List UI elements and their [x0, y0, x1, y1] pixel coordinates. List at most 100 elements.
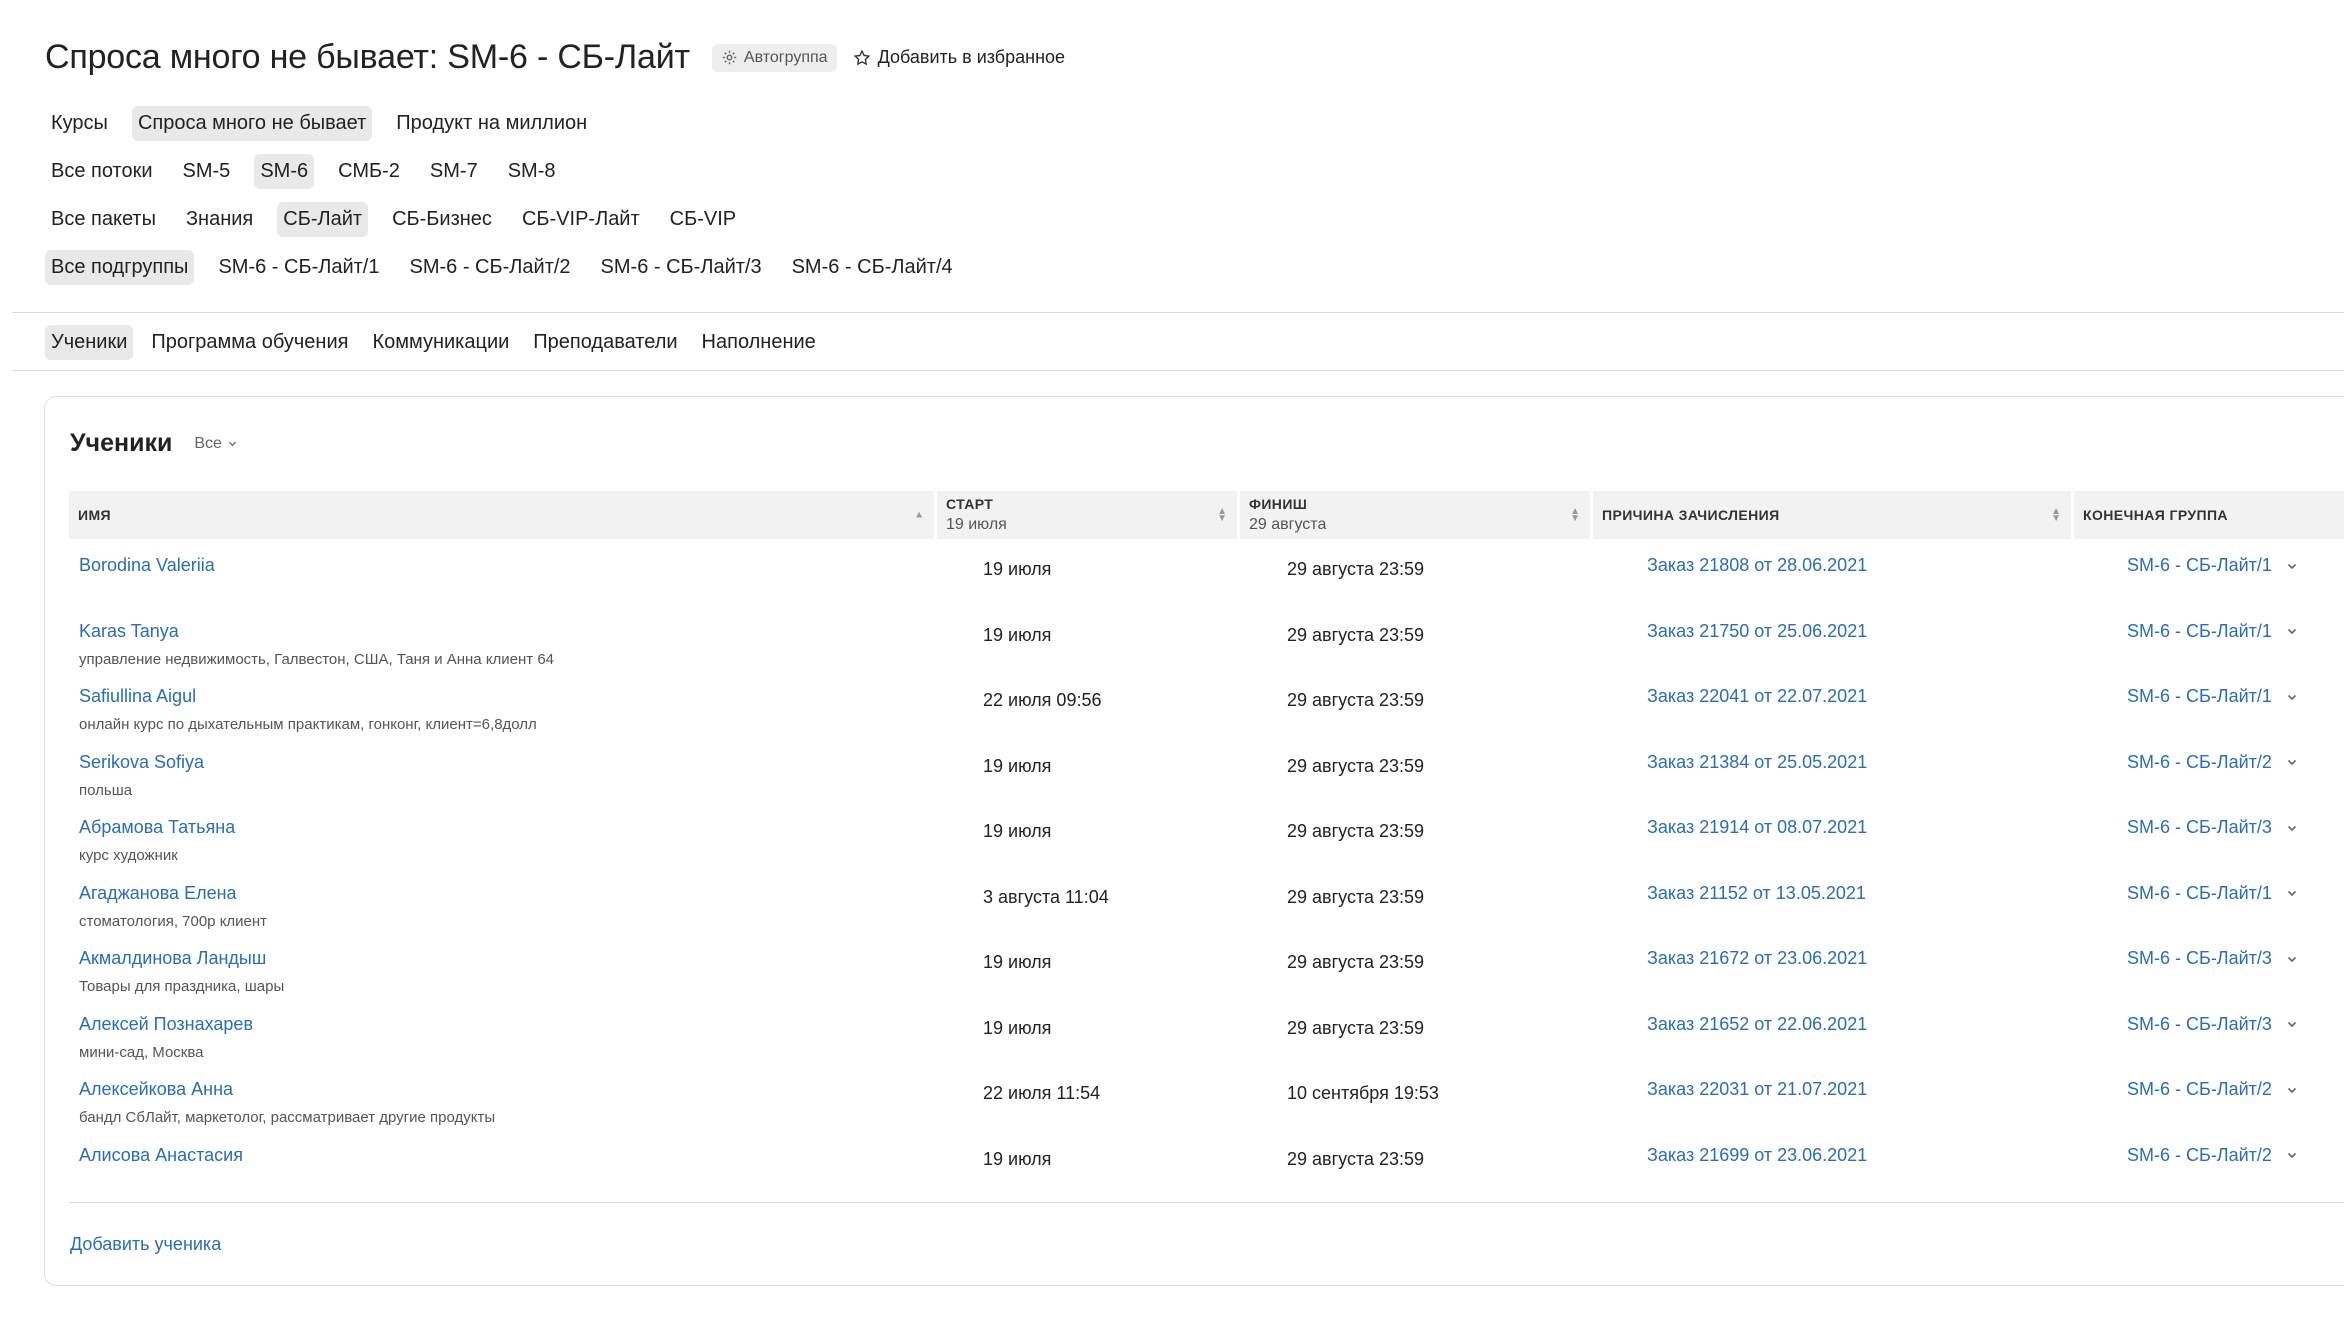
page-title: Спроса много не бывает: SM-6 - СБ-Лайт — [45, 38, 690, 76]
chevron-down-icon — [228, 441, 237, 447]
chip-package-knowledge[interactable]: Знания — [180, 202, 259, 237]
finish-date: 10 сентября 19:53 — [1287, 1083, 1439, 1103]
chevron-down-icon — [2287, 890, 2297, 897]
student-name-link[interactable]: Serikova Sofiya — [79, 752, 204, 773]
students-table: Borodina Valeriia 19 июля 29 августа 23:… — [69, 542, 2344, 1197]
add-student-link[interactable]: Добавить ученика — [70, 1234, 221, 1255]
chip-subgroup-4[interactable]: SM-6 - СБ-Лайт/4 — [786, 250, 959, 285]
enrollment-reason-link[interactable]: Заказ 21152 от 13.05.2021 — [1647, 883, 1866, 904]
enrollment-reason-link[interactable]: Заказ 21808 от 28.06.2021 — [1647, 555, 1867, 576]
enrollment-reason-link[interactable]: Заказ 21750 от 25.06.2021 — [1647, 621, 1867, 642]
column-header-group[interactable]: Конечная группа — [2074, 491, 2344, 539]
final-group-value: SM-6 - СБ-Лайт/3 — [2127, 948, 2272, 968]
final-group-value: SM-6 - СБ-Лайт/1 — [2127, 620, 2272, 641]
chip-subgroup-3[interactable]: SM-6 - СБ-Лайт/3 — [595, 250, 768, 285]
chevron-down-icon — [2287, 759, 2297, 766]
final-group-value: SM-6 - СБ-Лайт/2 — [2127, 751, 2272, 772]
enrollment-reason-link[interactable]: Заказ 22041 от 22.07.2021 — [1647, 686, 1867, 707]
final-group-dropdown[interactable]: SM-6 - СБ-Лайт/3 — [2127, 1014, 2298, 1035]
chip-stream-sm8[interactable]: SM-8 — [502, 154, 562, 189]
start-date: 19 июля — [983, 1017, 1052, 1038]
student-name-link[interactable]: Safiullina Aigul — [79, 686, 196, 707]
chevron-down-icon — [2287, 1021, 2297, 1028]
tab-content[interactable]: Наполнение — [696, 325, 822, 360]
tab-communications[interactable]: Коммуникации — [366, 325, 515, 360]
final-group-value: SM-6 - СБ-Лайт/1 — [2127, 686, 2272, 706]
student-name-link[interactable]: Алексейкова Анна — [79, 1079, 233, 1100]
enrollment-reason-link[interactable]: Заказ 21672 от 23.06.2021 — [1647, 948, 1867, 969]
final-group-dropdown[interactable]: SM-6 - СБ-Лайт/3 — [2127, 817, 2298, 838]
finish-date: 29 августа 23:59 — [1287, 886, 1425, 907]
table-row: Serikova Sofiya польша 19 июля 29 август… — [69, 739, 2344, 805]
final-group-dropdown[interactable]: SM-6 - СБ-Лайт/2 — [2127, 1145, 2298, 1166]
sort-arrows-icon: ▲ ▼ — [2051, 506, 2061, 524]
package-filter: Все пакеты Знания СБ-Лайт СБ-Бизнес СБ-V… — [45, 202, 742, 237]
student-name-link[interactable]: Karas Tanya — [79, 621, 179, 642]
finish-date: 29 августа 23:59 — [1287, 755, 1425, 776]
final-group-dropdown[interactable]: SM-6 - СБ-Лайт/3 — [2127, 948, 2298, 969]
finish-date: 29 августа 23:59 — [1287, 690, 1425, 710]
student-name-link[interactable]: Алексей Познахарев — [79, 1014, 253, 1035]
chip-product-courses[interactable]: Курсы — [45, 106, 114, 141]
enrollment-reason-link[interactable]: Заказ 22031 от 21.07.2021 — [1647, 1079, 1867, 1100]
final-group-dropdown[interactable]: SM-6 - СБ-Лайт/1 — [2127, 686, 2298, 707]
student-name-link[interactable]: Borodina Valeriia — [79, 555, 215, 576]
student-note: Товары для праздника, шары — [79, 978, 285, 995]
table-header: Имя ▲ Старт 19 июля ▲ ▼ Финиш 29 августа … — [69, 491, 2344, 539]
chevron-down-icon — [2287, 1087, 2297, 1093]
favorite-label: Добавить в избранное — [877, 47, 1066, 67]
chip-package-sb-vip[interactable]: СБ-VIP — [664, 202, 742, 237]
final-group-value: SM-6 - СБ-Лайт/3 — [2127, 1013, 2272, 1034]
table-row: Агаджанова Елена стоматология, 700р клие… — [69, 870, 2344, 936]
sort-arrows-icon: ▲ ▼ — [1217, 506, 1227, 524]
enrollment-reason-link[interactable]: Заказ 21652 от 22.06.2021 — [1647, 1014, 1867, 1035]
student-note: польша — [79, 781, 133, 799]
column-header-start[interactable]: Старт 19 июля ▲ ▼ — [937, 491, 1240, 539]
column-header-finish[interactable]: Финиш 29 августа ▲ ▼ — [1240, 491, 1593, 539]
chip-package-sb-business[interactable]: СБ-Бизнес — [386, 202, 498, 237]
add-to-favorites-button[interactable]: Добавить в избранное — [853, 47, 1065, 68]
final-group-dropdown[interactable]: SM-6 - СБ-Лайт/1 — [2127, 555, 2298, 576]
chip-stream-smb2[interactable]: СМБ-2 — [332, 154, 406, 189]
enrollment-reason-link[interactable]: Заказ 21699 от 23.06.2021 — [1647, 1145, 1867, 1166]
enrollment-reason-link[interactable]: Заказ 21914 от 08.07.2021 — [1647, 817, 1867, 838]
student-name-link[interactable]: Акмалдинова Ландыш — [79, 948, 266, 969]
chip-product-demand[interactable]: Спроса много не бывает — [131, 106, 373, 141]
student-note: мини-сад, Москва — [79, 1043, 204, 1061]
chip-package-all[interactable]: Все пакеты — [45, 202, 162, 237]
finish-date: 29 августа 23:59 — [1287, 1017, 1425, 1038]
tab-students[interactable]: Ученики — [45, 325, 134, 360]
final-group-dropdown[interactable]: SM-6 - СБ-Лайт/1 — [2127, 621, 2298, 642]
final-group-dropdown[interactable]: SM-6 - СБ-Лайт/2 — [2127, 752, 2298, 773]
chip-product-million[interactable]: Продукт на миллион — [390, 106, 593, 141]
chip-subgroup-all[interactable]: Все подгруппы — [45, 250, 195, 285]
chip-subgroup-1[interactable]: SM-6 - СБ-Лайт/1 — [212, 250, 385, 285]
chip-package-sb-lite[interactable]: СБ-Лайт — [277, 202, 369, 237]
column-label-start: Старт — [946, 496, 994, 512]
finish-date: 29 августа 23:59 — [1287, 1148, 1425, 1169]
column-header-reason[interactable]: Причина зачисления ▲ ▼ — [1593, 491, 2074, 539]
chevron-down-icon — [2287, 563, 2297, 569]
table-row: Абрамова Татьяна курс художник 19 июля 2… — [69, 804, 2344, 870]
final-group-value: SM-6 - СБ-Лайт/2 — [2127, 1144, 2272, 1165]
students-filter-dropdown[interactable]: Все — [194, 435, 238, 453]
chevron-down-icon — [2287, 825, 2297, 831]
column-label-finish: Финиш — [1249, 496, 1308, 512]
tab-teachers[interactable]: Преподаватели — [527, 325, 683, 360]
student-name-link[interactable]: Абрамова Татьяна — [79, 817, 235, 838]
chip-stream-sm5[interactable]: SM-5 — [177, 154, 237, 189]
start-date: 22 июля 11:54 — [983, 1083, 1101, 1103]
tab-program[interactable]: Программа обучения — [145, 325, 354, 360]
chevron-down-icon — [2287, 1152, 2297, 1159]
enrollment-reason-link[interactable]: Заказ 21384 от 25.05.2021 — [1647, 752, 1867, 773]
chip-subgroup-2[interactable]: SM-6 - СБ-Лайт/2 — [403, 250, 576, 285]
student-name-link[interactable]: Агаджанова Елена — [79, 883, 237, 904]
chip-stream-sm6[interactable]: SM-6 — [254, 154, 315, 189]
final-group-dropdown[interactable]: SM-6 - СБ-Лайт/1 — [2127, 883, 2298, 904]
chip-stream-all[interactable]: Все потоки — [45, 154, 159, 189]
student-name-link[interactable]: Алисова Анастасия — [79, 1145, 243, 1166]
final-group-dropdown[interactable]: SM-6 - СБ-Лайт/2 — [2127, 1079, 2298, 1100]
chip-package-sb-vip-lite[interactable]: СБ-VIP-Лайт — [516, 202, 646, 237]
chip-stream-sm7[interactable]: SM-7 — [424, 154, 484, 189]
column-header-name[interactable]: Имя ▲ — [69, 491, 937, 539]
